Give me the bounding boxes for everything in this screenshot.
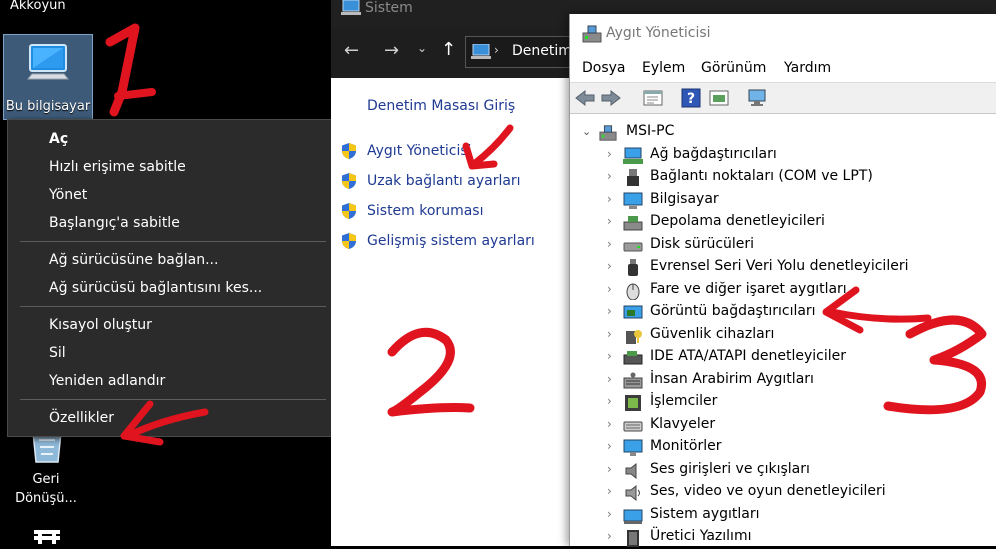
annotation-arrowhead: [822, 286, 864, 334]
annotation-layer: [105, 23, 987, 446]
annotation-stroke: [114, 88, 156, 100]
annotation-number-two: [387, 327, 475, 417]
annotation-arrow: [470, 124, 514, 168]
annotation-number-three: [883, 315, 987, 415]
annotation-arrow: [828, 308, 932, 323]
